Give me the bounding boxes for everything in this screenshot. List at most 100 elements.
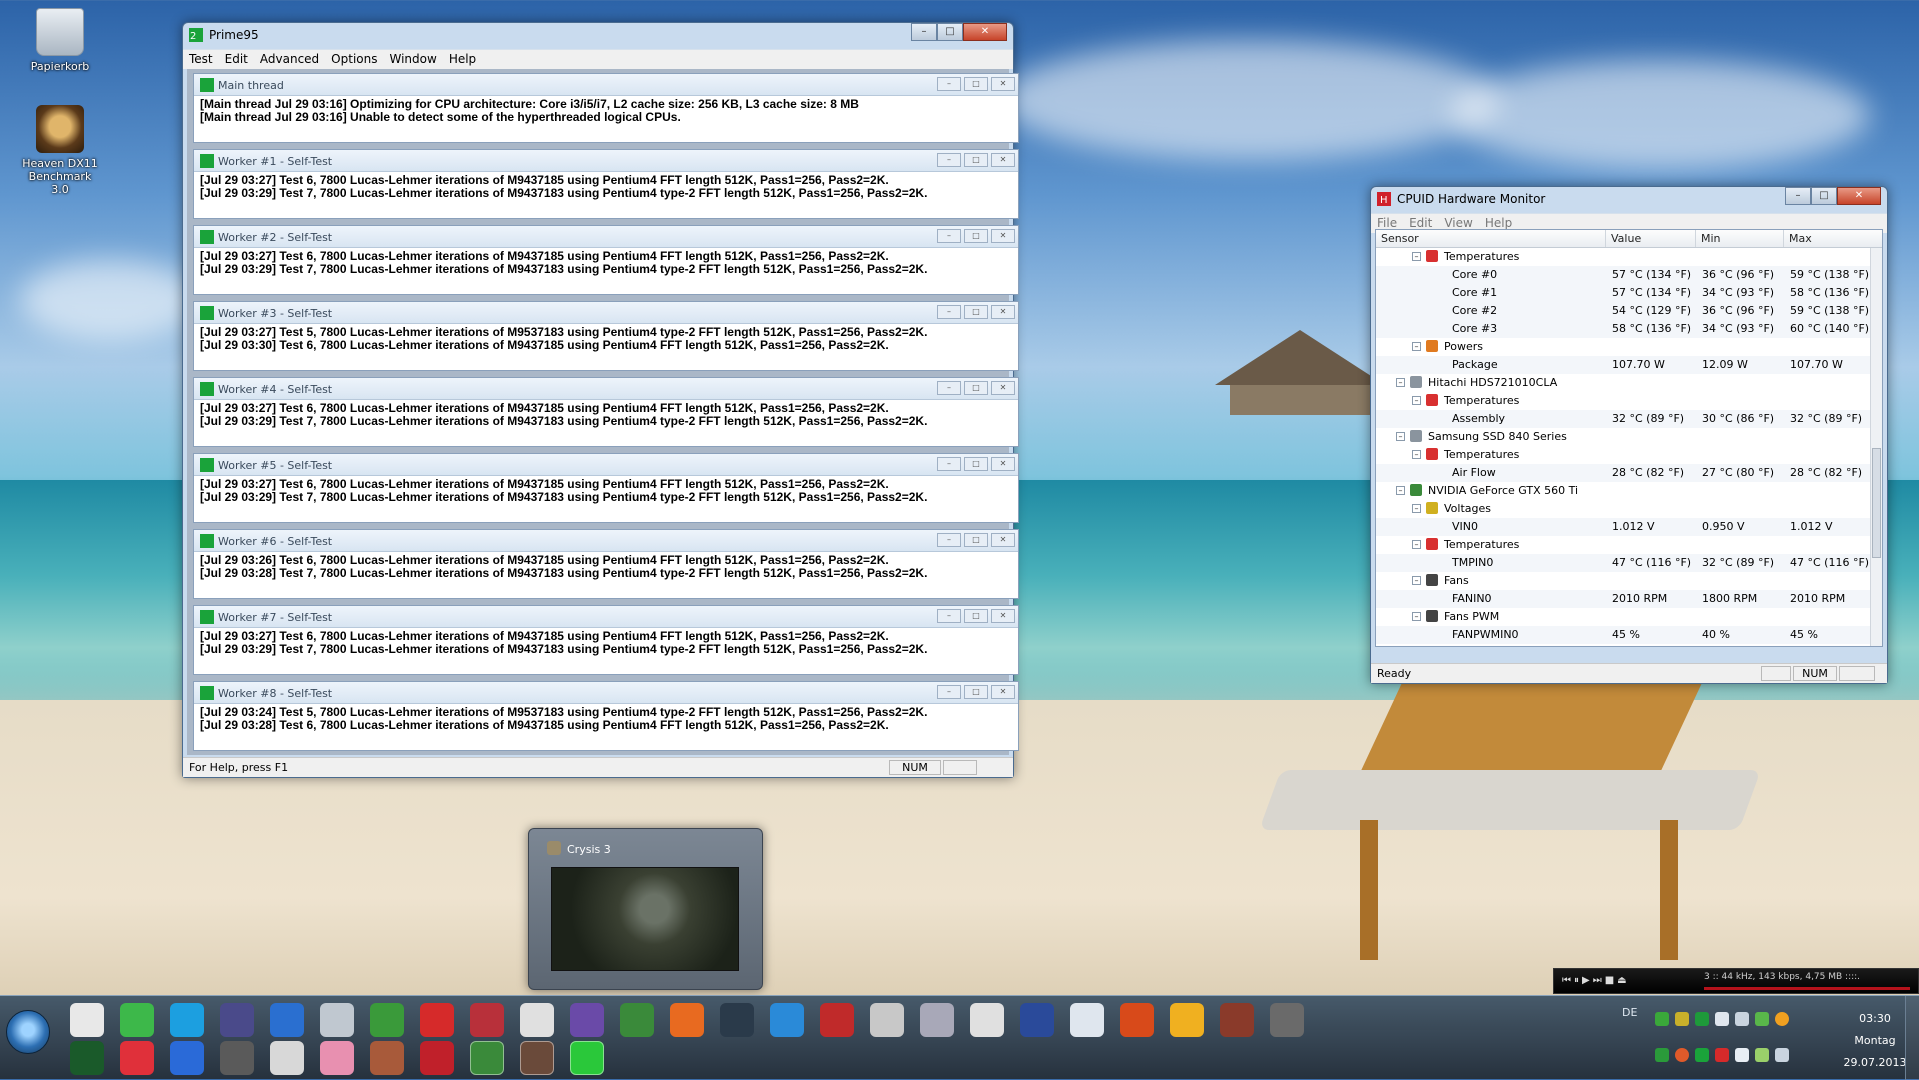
column-header-max[interactable]: Max [1784, 230, 1870, 247]
tree-collapse-toggle[interactable]: – [1412, 540, 1421, 549]
group-row[interactable]: – Fans PWM [1376, 608, 1882, 626]
record-icon[interactable] [120, 1041, 154, 1075]
close-button[interactable]: ✕ [991, 533, 1015, 547]
crysis-taskbar-preview[interactable]: Crysis 3 [528, 828, 763, 990]
group-row[interactable]: – Powers [1376, 338, 1882, 356]
media-player-toolbar[interactable]: ⏮⏸▶⏭■⏏ 3 :: 44 kHz, 143 kbps, 4,75 MB ::… [1553, 968, 1919, 994]
worker-title-bar[interactable]: Worker #8 - Self-Test – □ ✕ [194, 682, 1018, 704]
restore-button[interactable]: □ [964, 609, 988, 623]
sensor-row[interactable]: Air Flow 28 °C (82 °F) 27 °C (80 °F) 28 °C … [1376, 464, 1882, 482]
minimize-button[interactable]: – [937, 381, 961, 395]
minimize-button[interactable]: – [937, 457, 961, 471]
device-row[interactable]: – Samsung SSD 840 Series [1376, 428, 1882, 446]
minimize-button[interactable]: – [937, 533, 961, 547]
group-row[interactable]: – Temperatures [1376, 536, 1882, 554]
tray-icon[interactable] [1715, 1012, 1729, 1026]
close-button[interactable]: ✕ [991, 457, 1015, 471]
cross-icon[interactable] [870, 1003, 904, 1037]
worker-title-bar[interactable]: Main thread – □ ✕ [194, 74, 1018, 96]
lightning-icon[interactable] [270, 1003, 304, 1037]
monitor-icon[interactable] [320, 1003, 354, 1037]
clapper-icon[interactable] [520, 1003, 554, 1037]
nfs-icon[interactable] [270, 1041, 304, 1075]
worker-title-bar[interactable]: Worker #5 - Self-Test – □ ✕ [194, 454, 1018, 476]
column-header-sensor[interactable]: Sensor [1376, 230, 1606, 247]
start-button[interactable] [6, 1010, 50, 1054]
show-desktop-button[interactable] [1905, 996, 1919, 1080]
globe-green-icon[interactable] [470, 1041, 504, 1075]
minimize-button[interactable]: – [937, 305, 961, 319]
skype-icon[interactable] [170, 1003, 204, 1037]
desktop-icon-recycle-bin[interactable]: Papierkorb [20, 8, 100, 73]
menu-item-window[interactable]: Window [389, 52, 436, 69]
group-row[interactable]: – Fans [1376, 572, 1882, 590]
sensor-tree[interactable]: Sensor Value Min Max – Temperatures Core #… [1375, 229, 1883, 647]
sensor-row[interactable]: Core #0 57 °C (134 °F) 36 °C (96 °F) 59 °C … [1376, 266, 1882, 284]
close-button[interactable]: ✕ [991, 381, 1015, 395]
tray-icon[interactable] [1655, 1012, 1669, 1026]
clock-day[interactable]: Montag [1835, 1034, 1915, 1047]
close-button[interactable]: ✕ [963, 23, 1007, 41]
media-progress-bar[interactable] [1704, 987, 1910, 990]
tree-collapse-toggle[interactable]: – [1412, 342, 1421, 351]
origin-icon[interactable] [670, 1003, 704, 1037]
worker-window[interactable]: Worker #6 - Self-Test – □ ✕ [Jul 29 03:26] T… [193, 529, 1019, 599]
soldier-icon[interactable] [1270, 1003, 1304, 1037]
tree-collapse-toggle[interactable]: – [1412, 396, 1421, 405]
close-button[interactable]: ✕ [991, 77, 1015, 91]
worker-title-bar[interactable]: Worker #2 - Self-Test – □ ✕ [194, 226, 1018, 248]
tree-collapse-toggle[interactable]: – [1412, 252, 1421, 261]
column-header-min[interactable]: Min [1696, 230, 1784, 247]
uplay-icon[interactable] [770, 1003, 804, 1037]
max-payne-icon[interactable] [1170, 1003, 1204, 1037]
worker-window[interactable]: Worker #3 - Self-Test – □ ✕ [Jul 29 03:27] T… [193, 301, 1019, 371]
scrollbar-thumb[interactable] [1872, 448, 1881, 558]
tree-collapse-toggle[interactable]: – [1396, 486, 1405, 495]
tray-icon[interactable] [1755, 1012, 1769, 1026]
worker-title-bar[interactable]: Worker #1 - Self-Test – □ ✕ [194, 150, 1018, 172]
menu-item-help[interactable]: Help [449, 52, 476, 69]
minimize-button[interactable]: – [937, 229, 961, 243]
tray-icon[interactable] [1655, 1048, 1669, 1062]
tray-icon[interactable] [1715, 1048, 1729, 1062]
media-controls[interactable]: ⏮⏸▶⏭■⏏ [1562, 975, 1630, 986]
hwmon-taskbar-icon[interactable] [570, 1041, 604, 1075]
sensor-row[interactable]: Core #1 57 °C (134 °F) 34 °C (93 °F) 58 °C … [1376, 284, 1882, 302]
distrib-icon[interactable] [220, 1041, 254, 1075]
worker-title-bar[interactable]: Worker #4 - Self-Test – □ ✕ [194, 378, 1018, 400]
restore-button[interactable]: □ [964, 153, 988, 167]
vertical-scrollbar[interactable] [1870, 248, 1882, 646]
worker-window[interactable]: Worker #8 - Self-Test – □ ✕ [Jul 29 03:24] T… [193, 681, 1019, 751]
network-icon[interactable] [1755, 1048, 1769, 1062]
steam-icon[interactable] [720, 1003, 754, 1037]
minimize-button[interactable]: – [1785, 187, 1811, 205]
group-row[interactable]: – Temperatures [1376, 446, 1882, 464]
worker-title-bar[interactable]: Worker #6 - Self-Test – □ ✕ [194, 530, 1018, 552]
half-life-2-icon[interactable] [1120, 1003, 1154, 1037]
sensor-row[interactable]: TMPIN0 47 °C (116 °F) 32 °C (89 °F) 47 °C (… [1376, 554, 1882, 572]
restore-button[interactable]: □ [964, 381, 988, 395]
speaker-icon[interactable] [1735, 1012, 1749, 1026]
close-button[interactable]: ✕ [991, 153, 1015, 167]
close-button[interactable]: ✕ [991, 609, 1015, 623]
tray-icon[interactable] [1675, 1012, 1689, 1026]
clock-date[interactable]: 29.07.2013 [1835, 1056, 1915, 1069]
worker-window[interactable]: Worker #1 - Self-Test – □ ✕ [Jul 29 03:27] T… [193, 149, 1019, 219]
menu-item-advanced[interactable]: Advanced [260, 52, 319, 69]
tray-icon[interactable] [1675, 1048, 1689, 1062]
crysis-icon[interactable] [520, 1041, 554, 1075]
portrait-icon[interactable] [370, 1041, 404, 1075]
group-row[interactable]: – Voltages [1376, 500, 1882, 518]
icq-icon[interactable] [120, 1003, 154, 1037]
sensor-row[interactable]: Assembly 32 °C (89 °F) 30 °C (86 °F) 32 °C … [1376, 410, 1882, 428]
device-row[interactable]: – Hitachi HDS721010CLA [1376, 374, 1882, 392]
tray-icon[interactable] [1775, 1012, 1789, 1026]
close-button[interactable]: ✕ [991, 229, 1015, 243]
tree-collapse-toggle[interactable]: – [1412, 612, 1421, 621]
close-button[interactable]: ✕ [991, 685, 1015, 699]
sensor-row[interactable]: Core #3 58 °C (136 °F) 34 °C (93 °F) 60 °C … [1376, 320, 1882, 338]
prime95-window[interactable]: 2 Prime95 – □ ✕ Test Edit Advanced Options W… [182, 22, 1019, 778]
globe-icon[interactable] [620, 1003, 654, 1037]
tree-collapse-toggle[interactable]: – [1412, 450, 1421, 459]
close-button[interactable]: ✕ [1837, 187, 1881, 205]
